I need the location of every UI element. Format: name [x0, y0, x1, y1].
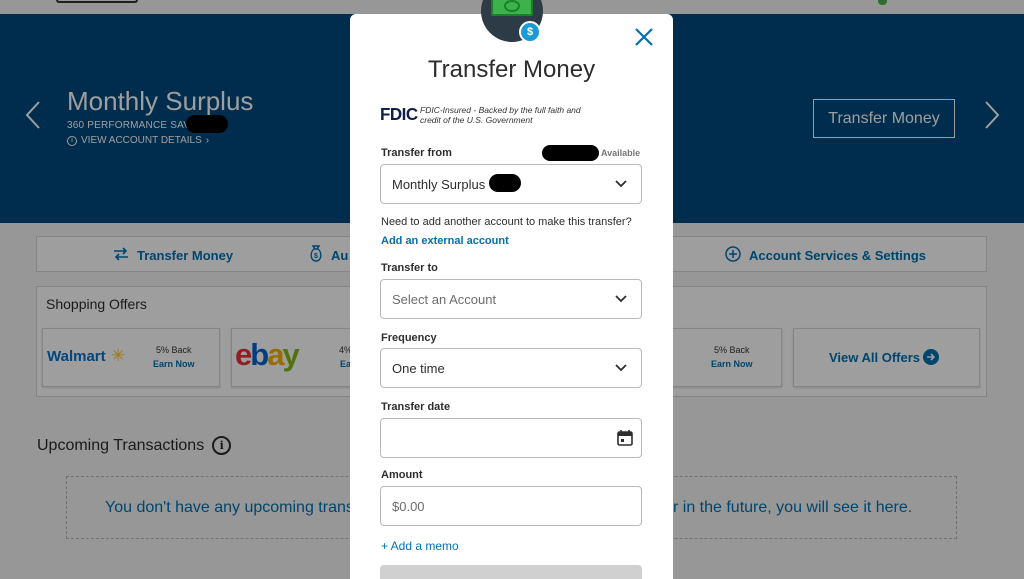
- transfer-to-label: Transfer to: [381, 262, 438, 274]
- modal-title: Transfer Money: [427, 56, 596, 83]
- redaction-mark: [489, 174, 521, 192]
- amount-input[interactable]: $0.00: [380, 486, 642, 526]
- chevron-down-icon: [615, 180, 627, 188]
- frequency-value: One time: [392, 360, 445, 376]
- transfer-from-value: Monthly Surplus: [392, 176, 486, 192]
- transfer-to-placeholder: Select an Account: [392, 291, 497, 307]
- fdic-logo: FDIC: [380, 104, 418, 125]
- add-memo-link[interactable]: + Add a memo: [381, 539, 459, 553]
- transfer-date-label: Transfer date: [381, 401, 451, 413]
- helper-text: Need to add another account to make this…: [381, 216, 632, 228]
- fdic-disclaimer: FDIC-Insured - Backed by the full faith …: [420, 105, 581, 125]
- submit-transfer-button[interactable]: [380, 565, 642, 579]
- close-icon[interactable]: [634, 27, 654, 47]
- frequency-select[interactable]: One time: [380, 348, 642, 388]
- frequency-label: Frequency: [381, 332, 437, 344]
- redaction-mark: [542, 145, 599, 161]
- bill-circle: [504, 0, 520, 12]
- calendar-icon[interactable]: [617, 429, 633, 446]
- chevron-down-icon: [615, 364, 627, 372]
- available-label: Available: [601, 148, 641, 158]
- amount-label: Amount: [381, 469, 423, 481]
- add-external-account-link[interactable]: Add an external account: [381, 235, 509, 247]
- transfer-to-select[interactable]: Select an Account: [380, 279, 642, 319]
- chevron-down-icon: [615, 295, 627, 303]
- dollar-badge-icon: $: [519, 21, 541, 43]
- amount-placeholder: $0.00: [392, 498, 425, 514]
- transfer-date-input[interactable]: [380, 418, 642, 458]
- transfer-from-label: Transfer from: [381, 147, 452, 159]
